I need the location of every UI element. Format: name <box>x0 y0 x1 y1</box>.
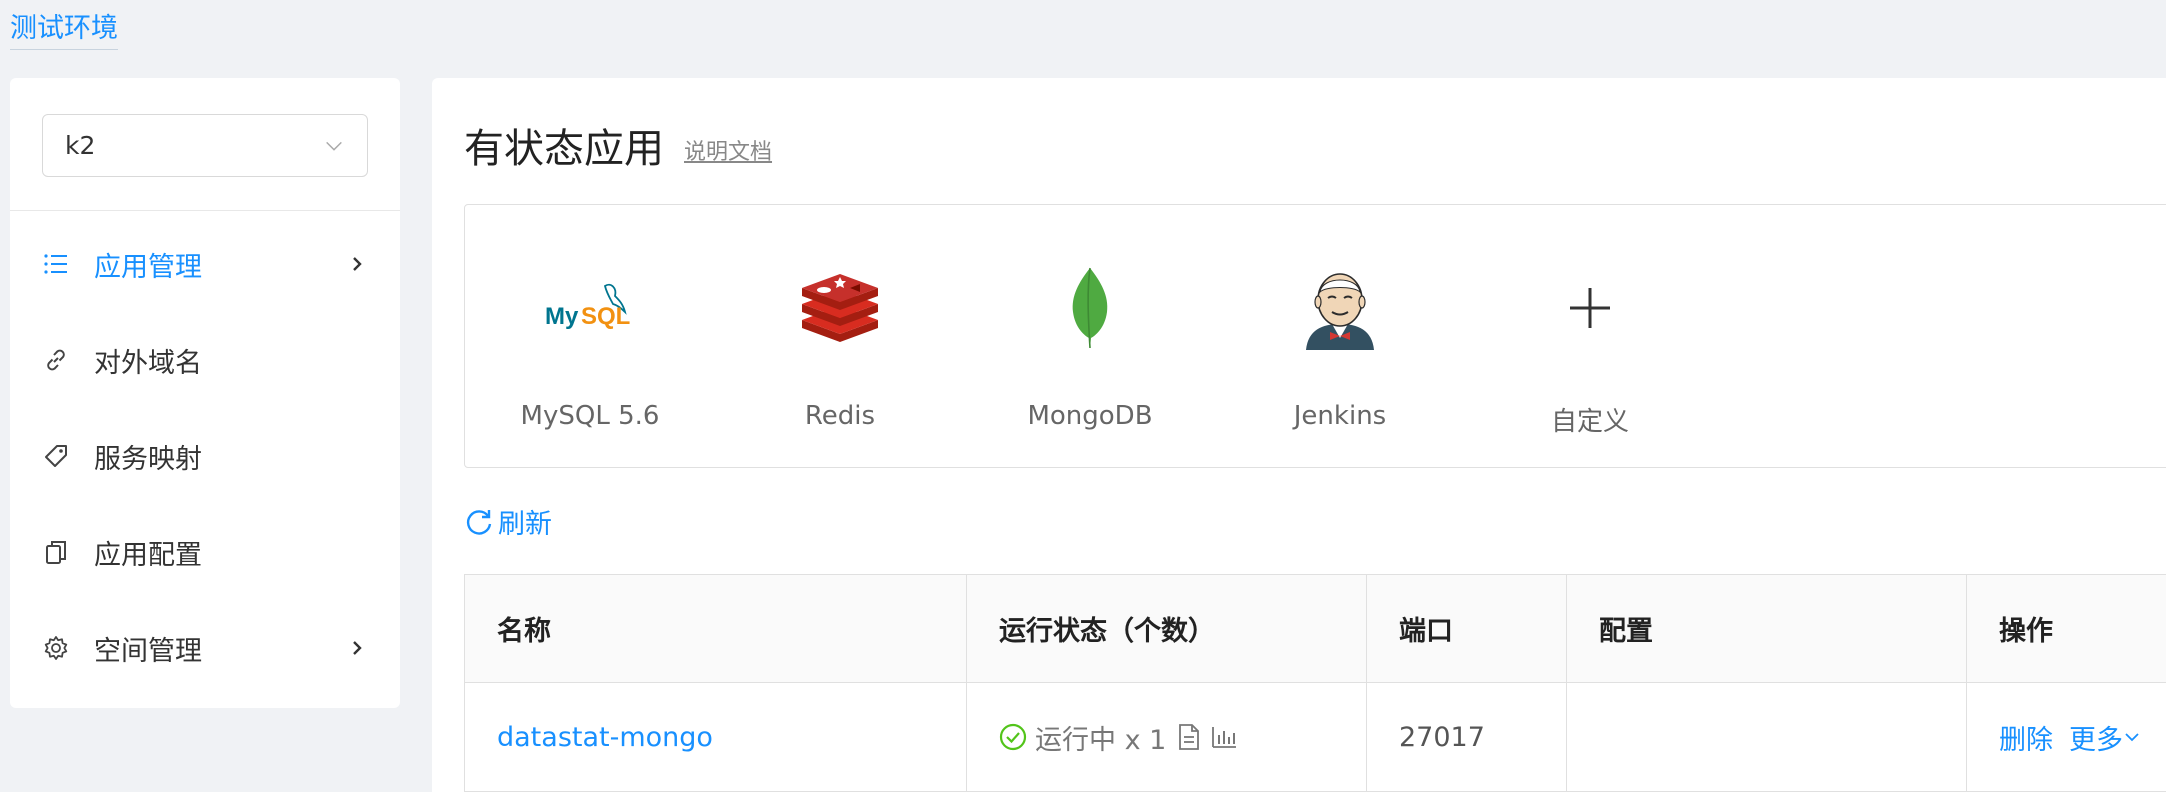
namespace-select-value: k2 <box>65 131 96 160</box>
chevron-right-icon <box>353 641 362 655</box>
app-tile-mongodb[interactable]: MongoDB <box>965 205 1215 467</box>
sidebar-divider <box>10 210 400 211</box>
mysql-logo-text-sql: SQL <box>581 303 630 330</box>
sidebar-item-external-domains[interactable]: 对外域名 <box>10 312 400 408</box>
delete-button[interactable]: 删除 <box>1999 718 2053 757</box>
mongodb-logo <box>1045 263 1135 353</box>
cell-name: datastat-mongo <box>464 682 967 792</box>
sidebar-item-label: 应用管理 <box>94 251 202 283</box>
app-tile-custom[interactable]: 自定义 <box>1465 205 1715 467</box>
cell-config <box>1566 682 1967 792</box>
jenkins-logo <box>1295 263 1385 353</box>
app-tile-name: MongoDB <box>1027 401 1153 431</box>
refresh-button[interactable]: 刷新 <box>464 502 552 541</box>
check-circle-icon <box>999 723 1027 751</box>
app-tile-name: MySQL 5.6 <box>520 401 660 431</box>
app-name-link[interactable]: datastat-mongo <box>497 722 713 753</box>
chevron-right-icon <box>353 257 362 271</box>
app-tile-name: Redis <box>804 401 876 431</box>
sidebar: k2 应用管理 对外域名 服务映射 应用配置 空间管理 <box>10 78 400 708</box>
sidebar-item-space-management[interactable]: 空间管理 <box>10 600 400 696</box>
refresh-icon <box>466 509 492 535</box>
plus-icon <box>1545 263 1635 353</box>
app-template-card: My SQL MySQL 5.6 Redis MongoDB Jenkins 自… <box>464 204 2166 468</box>
column-header-name: 名称 <box>464 574 967 683</box>
list-icon <box>42 250 70 278</box>
sidebar-item-label: 应用配置 <box>94 539 202 571</box>
sidebar-item-label: 对外域名 <box>94 347 202 379</box>
app-tile-jenkins[interactable]: Jenkins <box>1215 205 1465 467</box>
column-header-config: 配置 <box>1566 574 1967 683</box>
cell-port: 27017 <box>1366 682 1567 792</box>
column-header-status: 运行状态（个数） <box>966 574 1367 683</box>
redis-logo <box>795 263 885 353</box>
gear-icon <box>42 634 70 662</box>
apps-table: 名称 运行状态（个数） 端口 配置 操作 datastat-mongo 运行中 … <box>464 574 2166 792</box>
refresh-label: 刷新 <box>498 509 552 540</box>
more-dropdown[interactable]: 更多 <box>2069 718 2141 757</box>
sidebar-menu: 应用管理 对外域名 服务映射 应用配置 空间管理 <box>10 245 400 696</box>
sidebar-item-app-management[interactable]: 应用管理 <box>10 231 400 297</box>
copy-icon <box>42 538 70 566</box>
sidebar-item-label: 空间管理 <box>94 635 202 667</box>
table-header-row: 名称 运行状态（个数） 端口 配置 操作 <box>464 574 2166 683</box>
app-tile-mysql[interactable]: My SQL MySQL 5.6 <box>465 205 715 467</box>
status-text: 运行中 x 1 <box>1035 724 1167 756</box>
chevron-down-icon <box>2125 733 2139 742</box>
column-header-port: 端口 <box>1366 574 1567 683</box>
bar-chart-icon[interactable] <box>1210 723 1238 751</box>
app-tile-name: 自定义 <box>1550 407 1629 437</box>
main-panel: 有状态应用 说明文档 My SQL MySQL 5.6 Redis MongoD… <box>432 78 2166 792</box>
page-title: 有状态应用 <box>464 126 664 172</box>
sidebar-item-service-mapping[interactable]: 服务映射 <box>10 408 400 504</box>
link-icon <box>42 346 70 374</box>
app-tile-name: Jenkins <box>1293 401 1387 431</box>
mysql-logo-text-my: My <box>545 303 579 330</box>
table-row: datastat-mongo 运行中 x 1 27017 删除 更多 <box>464 682 2166 792</box>
more-label: 更多 <box>2069 724 2123 756</box>
cell-ops: 删除 更多 <box>1966 682 2166 792</box>
environment-link[interactable]: 测试环境 <box>10 6 118 50</box>
tag-icon <box>42 442 70 470</box>
chevron-down-icon <box>326 141 342 151</box>
cell-status: 运行中 x 1 <box>966 682 1367 792</box>
mysql-logo: My SQL <box>545 263 635 353</box>
column-header-ops: 操作 <box>1966 574 2166 683</box>
documentation-link[interactable]: 说明文档 <box>684 134 772 166</box>
sidebar-item-label: 服务映射 <box>94 443 202 475</box>
namespace-select[interactable]: k2 <box>42 114 368 177</box>
sidebar-item-app-config[interactable]: 应用配置 <box>10 504 400 600</box>
app-tile-redis[interactable]: Redis <box>715 205 965 467</box>
log-file-icon[interactable] <box>1176 723 1202 751</box>
